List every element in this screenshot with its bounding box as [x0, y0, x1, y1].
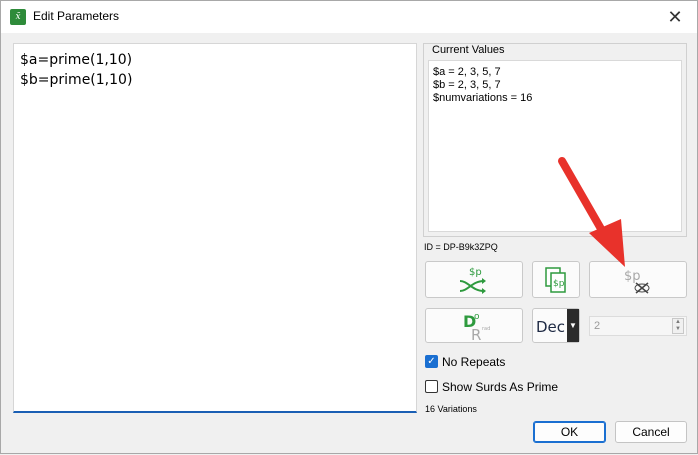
variations-count: 16 Variations — [425, 404, 477, 414]
edit-parameters-window: x̄ Edit Parameters ✕ $a=prime(1,10) $b=p… — [0, 0, 698, 454]
deg-symbol: o — [474, 312, 480, 322]
degrees-radians-button[interactable]: D o R rad — [425, 308, 523, 343]
decimal-places-value: 2 — [594, 320, 601, 332]
shuffle-symbol: $p — [469, 267, 482, 278]
parameters-editor[interactable]: $a=prime(1,10) $b=prime(1,10) — [13, 43, 417, 413]
no-repeats-checkbox[interactable]: ✓ — [425, 355, 438, 368]
rad-letter: R — [471, 326, 481, 342]
spinner-arrows-icon[interactable]: ▲ ▼ — [672, 318, 684, 334]
rad-symbol: rad — [482, 326, 490, 332]
app-icon: x̄ — [10, 9, 26, 25]
clear-icon: $p — [624, 269, 650, 294]
editor-line: $b=prime(1,10) — [20, 72, 133, 88]
show-surds-checkbox[interactable] — [425, 380, 438, 393]
clear-symbol: $p — [624, 269, 641, 284]
no-repeats-label: No Repeats — [442, 355, 506, 369]
copy-symbol: $p — [553, 279, 565, 289]
title-bar: x̄ Edit Parameters ✕ — [1, 1, 697, 33]
cancel-button[interactable]: Cancel — [615, 421, 687, 443]
show-surds-label: Show Surds As Prime — [442, 380, 559, 394]
id-label: ID = DP-B9k3ZPQ — [424, 242, 498, 252]
copy-icon: $p — [545, 266, 566, 293]
format-select[interactable]: Dec ▼ — [532, 308, 580, 343]
close-icon: ✕ — [667, 7, 683, 27]
window-title: Edit Parameters — [33, 9, 120, 23]
chevron-down-icon: ▼ — [567, 309, 579, 342]
current-values-box: $a = 2, 3, 5, 7 $b = 2, 3, 5, 7 $numvari… — [428, 60, 682, 232]
clear-button[interactable]: $p — [589, 261, 687, 298]
value-line: $a = 2, 3, 5, 7 — [433, 66, 501, 78]
format-select-value: Dec — [536, 318, 566, 336]
ok-button[interactable]: OK — [533, 421, 606, 443]
editor-line: $a=prime(1,10) — [20, 52, 133, 68]
value-line: $numvariations = 16 — [433, 92, 533, 104]
shuffle-icon: $p — [459, 267, 486, 294]
close-button[interactable]: ✕ — [661, 3, 689, 31]
value-line: $b = 2, 3, 5, 7 — [433, 79, 501, 91]
degrees-radians-icon: D o R rad — [463, 312, 490, 342]
decimal-places-spinner[interactable]: 2 ▲ ▼ — [589, 316, 687, 336]
shuffle-button[interactable]: $p — [425, 261, 523, 298]
copy-button[interactable]: $p — [532, 261, 580, 298]
current-values-label: Current Values — [429, 44, 508, 56]
